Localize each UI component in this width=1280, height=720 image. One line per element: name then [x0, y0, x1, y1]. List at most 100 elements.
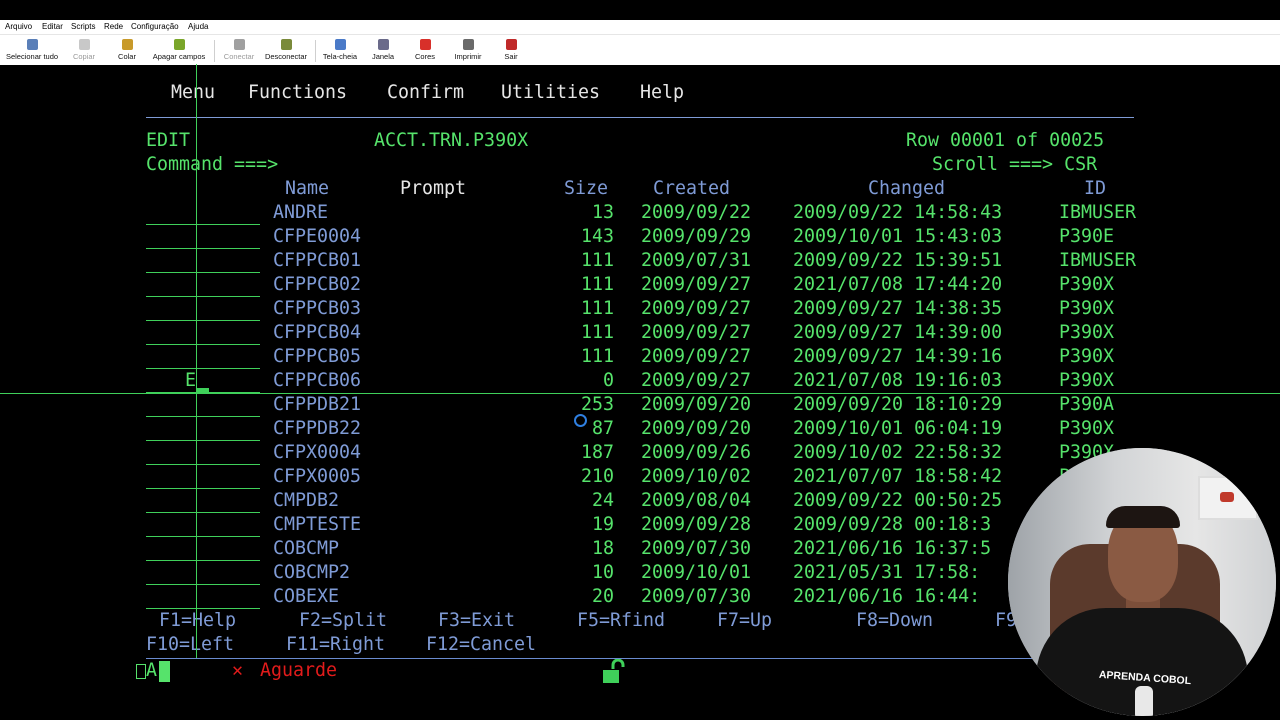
member-size: 18 — [591, 538, 614, 559]
member-name[interactable]: CMPDB2 — [273, 489, 339, 513]
print-button[interactable]: Imprimir — [450, 37, 486, 65]
line-command-field[interactable] — [146, 512, 260, 513]
member-name[interactable]: CFPPCB06 — [273, 369, 361, 393]
member-name[interactable]: CFPX0005 — [273, 465, 361, 489]
member-name[interactable]: CFPPCB05 — [273, 345, 361, 369]
member-name[interactable]: ANDRE — [273, 201, 328, 225]
pfkey-f8[interactable]: F8=Down — [856, 609, 933, 633]
member-created: 2009/09/22 — [641, 202, 752, 223]
menu-ajuda[interactable]: Ajuda — [188, 22, 208, 31]
member-changed: 2021/06/16 16:37:5 — [793, 538, 992, 559]
pfkey-f3[interactable]: F3=Exit — [438, 609, 515, 633]
member-name[interactable]: COBCMP — [273, 537, 339, 561]
line-command-field[interactable] — [146, 368, 260, 369]
connect-button[interactable]: Conectar — [221, 37, 257, 65]
member-size: 111 — [580, 250, 614, 271]
member-size: 13 — [591, 202, 614, 223]
pfkey-f1[interactable]: F1=Help — [159, 609, 236, 633]
line-command-field[interactable] — [146, 464, 260, 465]
member-size: 111 — [580, 274, 614, 295]
member-id: P390X — [1059, 346, 1115, 367]
member-name[interactable]: CFPPCB02 — [273, 273, 361, 297]
colors-icon — [419, 39, 431, 50]
member-size: 143 — [580, 226, 614, 247]
line-command-field[interactable] — [146, 560, 260, 561]
member-name[interactable]: CMPTESTE — [273, 513, 361, 537]
line-command-field[interactable] — [146, 320, 260, 321]
member-id: IBMUSER — [1059, 202, 1137, 223]
line-command-field[interactable] — [146, 248, 260, 249]
member-size: 20 — [591, 586, 614, 607]
select-all-button[interactable]: Selecionar tudo — [3, 37, 61, 65]
actionbar-utilities[interactable]: Utilities — [501, 81, 600, 105]
member-name[interactable]: CFPPCB03 — [273, 297, 361, 321]
member-size: 111 — [580, 298, 614, 319]
menu-editar[interactable]: Editar — [42, 22, 63, 31]
member-size: 24 — [591, 490, 614, 511]
actionbar-help[interactable]: Help — [640, 81, 684, 105]
copy-button[interactable]: Copiar — [67, 37, 101, 65]
crosshair-vertical — [196, 64, 197, 658]
menu-rede[interactable]: Rede — [104, 22, 123, 31]
menu-configuracao[interactable]: Configuração — [131, 22, 179, 31]
actionbar-functions[interactable]: Functions — [248, 81, 347, 105]
menu-arquivo[interactable]: Arquivo — [5, 22, 32, 31]
member-id: P390X — [1059, 418, 1115, 439]
line-command-field[interactable] — [146, 440, 260, 441]
member-id: P390A — [1059, 394, 1115, 415]
member-size: 0 — [602, 370, 614, 391]
member-size: 210 — [580, 466, 614, 487]
paste-button[interactable]: Colar — [111, 37, 143, 65]
host-menubar: Arquivo Editar Scripts Rede Configuração… — [0, 20, 1280, 34]
toolbar-separator — [214, 40, 215, 62]
line-command-field[interactable] — [146, 296, 260, 297]
line-command-field[interactable] — [146, 272, 260, 273]
column-header-prompt: Prompt — [400, 178, 467, 199]
line-command-field[interactable] — [146, 488, 260, 489]
line-command-field[interactable] — [146, 344, 260, 345]
member-size: 111 — [580, 322, 614, 343]
line-command-field[interactable] — [146, 224, 260, 225]
erase-fields-button[interactable]: Apagar campos — [150, 37, 208, 65]
fullscreen-icon — [334, 39, 346, 50]
fullscreen-button[interactable]: Tela-cheia — [320, 37, 360, 65]
member-changed: 2009/10/01 15:43:03 — [793, 226, 1003, 247]
pfkey-f2[interactable]: F2=Split — [299, 609, 387, 633]
member-name[interactable]: CFPPCB01 — [273, 249, 361, 273]
line-command-field[interactable] — [146, 536, 260, 537]
pfkey-f10[interactable]: F10=Left — [146, 633, 234, 657]
paste-icon — [121, 39, 133, 50]
member-name[interactable]: COBCMP2 — [273, 561, 350, 585]
microphone — [1135, 686, 1153, 716]
member-changed: 2009/09/27 14:39:00 — [793, 322, 1003, 343]
select-all-icon — [26, 39, 38, 50]
colors-button[interactable]: Cores — [410, 37, 440, 65]
member-created: 2009/10/02 — [641, 466, 752, 487]
disconnect-button[interactable]: Desconectar — [262, 37, 310, 65]
pfkey-f5[interactable]: F5=Rfind — [577, 609, 665, 633]
member-name[interactable]: CFPPDB21 — [273, 393, 361, 417]
member-created: 2009/09/27 — [641, 370, 752, 391]
member-name[interactable]: CFPPCB04 — [273, 321, 361, 345]
window-button[interactable]: Janela — [367, 37, 399, 65]
column-header-size: Size — [564, 178, 609, 199]
line-command-field[interactable] — [146, 416, 260, 417]
pfkey-f11[interactable]: F11=Right — [286, 633, 385, 657]
member-changed: 2021/05/31 17:58: — [793, 562, 981, 583]
command-label: Command ===> — [146, 154, 279, 175]
member-name[interactable]: CFPE0004 — [273, 225, 361, 249]
line-command-value[interactable]: E — [185, 369, 196, 393]
member-name[interactable]: CFPPDB22 — [273, 417, 361, 441]
pfkey-f12[interactable]: F12=Cancel — [426, 633, 536, 657]
member-created: 2009/07/31 — [641, 250, 752, 271]
pfkey-f7[interactable]: F7=Up — [717, 609, 772, 633]
member-name[interactable]: COBEXE — [273, 585, 339, 609]
menu-scripts[interactable]: Scripts — [71, 22, 95, 31]
exit-button[interactable]: Sair — [498, 37, 524, 65]
actionbar-menu[interactable]: Menu — [171, 81, 215, 105]
line-command-field[interactable] — [146, 584, 260, 585]
member-changed: 2021/06/16 16:44: — [793, 586, 981, 607]
member-name[interactable]: CFPX0004 — [273, 441, 361, 465]
member-created: 2009/09/29 — [641, 226, 752, 247]
actionbar-confirm[interactable]: Confirm — [387, 81, 464, 105]
